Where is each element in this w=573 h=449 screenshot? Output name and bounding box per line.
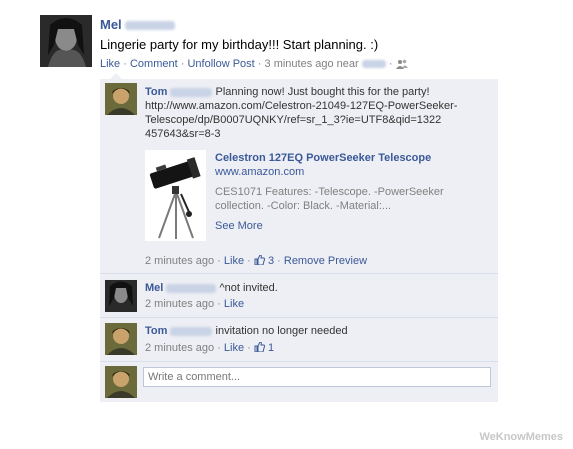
- post-author-name[interactable]: Mel: [100, 17, 122, 32]
- comment-3-author[interactable]: Tom: [145, 325, 167, 337]
- comment-2-body: Mel ^not invited.: [145, 281, 490, 295]
- comment-3-like-count[interactable]: 1: [268, 342, 274, 354]
- divider: [100, 361, 498, 362]
- comment-3-like-link[interactable]: Like: [224, 342, 244, 354]
- comment-2-author[interactable]: Mel: [145, 282, 163, 294]
- link-preview: Celestron 127EQ PowerSeeker Telescope ww…: [215, 151, 490, 233]
- unfollow-post-link[interactable]: Unfollow Post: [187, 58, 254, 70]
- comment-2-like-link[interactable]: Like: [224, 298, 244, 310]
- like-link[interactable]: Like: [100, 58, 120, 70]
- blurred-surname: [170, 326, 213, 336]
- avatar-tom[interactable]: [105, 83, 137, 115]
- divider: [100, 273, 498, 274]
- watermark: WeKnowMemes: [479, 431, 563, 443]
- comment-2-meta: 2 minutes ago · Like: [145, 298, 245, 310]
- comment-1-url-line[interactable]: 457643&sr=8-3: [145, 127, 490, 141]
- blurred-surname: [166, 283, 217, 293]
- post-actions: Like · Comment · Unfollow Post · 3 minut…: [100, 58, 408, 70]
- composer-avatar: [105, 366, 137, 398]
- comment-1-body: Tom Planning now! Just bought this for t…: [145, 85, 490, 99]
- blurred-location: [361, 60, 386, 69]
- avatar-tom-small[interactable]: [105, 323, 137, 355]
- see-more-link[interactable]: See More: [215, 219, 490, 233]
- comment-1-meta: 2 minutes ago · Like · 3 · Remove Previe…: [145, 255, 368, 267]
- comment-1-timestamp: 2 minutes ago: [145, 255, 215, 267]
- preview-title[interactable]: Celestron 127EQ PowerSeeker Telescope: [215, 151, 490, 165]
- comment-1-like-link[interactable]: Like: [224, 255, 244, 267]
- thumbs-up-icon[interactable]: [254, 255, 265, 265]
- comment-1-like-count[interactable]: 3: [268, 255, 274, 267]
- remove-preview-link[interactable]: Remove Preview: [284, 255, 367, 267]
- thumbs-up-icon[interactable]: [254, 342, 265, 352]
- comment-link[interactable]: Comment: [130, 58, 178, 70]
- friends-icon: [395, 59, 408, 70]
- comment-3-text: invitation no longer needed: [215, 325, 348, 337]
- avatar-mel-small[interactable]: [105, 280, 137, 312]
- post-text: Lingerie party for my birthday!!! Start …: [100, 37, 379, 52]
- comment-1-author[interactable]: Tom: [145, 86, 167, 98]
- comment-2-timestamp: 2 minutes ago: [145, 298, 215, 310]
- comment-3-meta: 2 minutes ago · Like · 1: [145, 342, 275, 354]
- avatar-mel[interactable]: [40, 15, 92, 67]
- preview-description-line: CES1071 Features: -Telescope. -PowerSeek…: [215, 186, 444, 198]
- blurred-surname: [125, 21, 176, 31]
- blurred-surname: [170, 87, 213, 97]
- post-timestamp: 3 minutes ago near: [264, 58, 359, 70]
- comment-1-text: Planning now! Just bought this for the p…: [215, 86, 430, 98]
- comment-1-url[interactable]: http://www.amazon.com/Celestron-21049-12…: [145, 99, 490, 141]
- comment-2-text: ^not invited.: [219, 282, 278, 294]
- comment-3-timestamp: 2 minutes ago: [145, 342, 215, 354]
- post-author: Mel: [100, 17, 176, 32]
- comment-3-body: Tom invitation no longer needed: [145, 324, 490, 338]
- comment-1-url-line[interactable]: Telescope/dp/B0007UQNKY/ref=sr_1_3?ie=UT…: [145, 113, 490, 127]
- divider: [100, 317, 498, 318]
- telescope-thumbnail[interactable]: [145, 150, 206, 241]
- comments-notch: [110, 73, 122, 79]
- preview-description-line: collection. -Color: Black. -Material:...: [215, 200, 392, 212]
- preview-domain[interactable]: www.amazon.com: [215, 165, 490, 179]
- comment-1-url-line[interactable]: http://www.amazon.com/Celestron-21049-12…: [145, 99, 490, 113]
- comment-input[interactable]: Write a comment...: [143, 367, 491, 387]
